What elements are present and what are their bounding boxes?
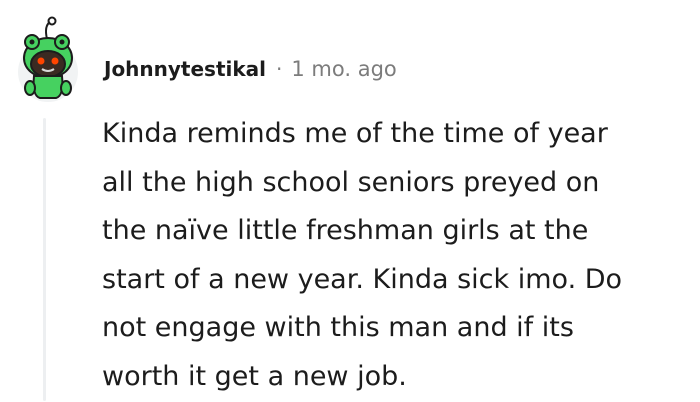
- comment-meta: Johnnytestikal · 1 mo. ago: [104, 52, 397, 86]
- comment-body-line: not engage with this man and if its: [102, 312, 574, 344]
- comment-body-line: the naïve little freshman girls at the: [102, 215, 589, 247]
- meta-separator: ·: [276, 57, 283, 81]
- comment-body-line: Kinda reminds me of the time of year: [102, 118, 608, 149]
- comment-body-line: worth it get a new job.: [102, 360, 407, 392]
- avatar[interactable]: [14, 12, 84, 102]
- comment-timestamp[interactable]: 1 mo. ago: [291, 57, 396, 81]
- thread-collapse-line[interactable]: [43, 118, 46, 401]
- comment: Johnnytestikal · 1 mo. ago Kinda reminds…: [0, 0, 700, 401]
- author-username[interactable]: Johnnytestikal: [104, 57, 266, 81]
- comment-body-line: start of a new year. Kinda sick imo. Do: [102, 263, 623, 295]
- snoo-frog-avatar-icon: [18, 16, 78, 102]
- comment-body-line: all the high school seniors preyed on: [102, 166, 600, 198]
- comment-body: Kinda reminds me of the time of year all…: [102, 110, 692, 402]
